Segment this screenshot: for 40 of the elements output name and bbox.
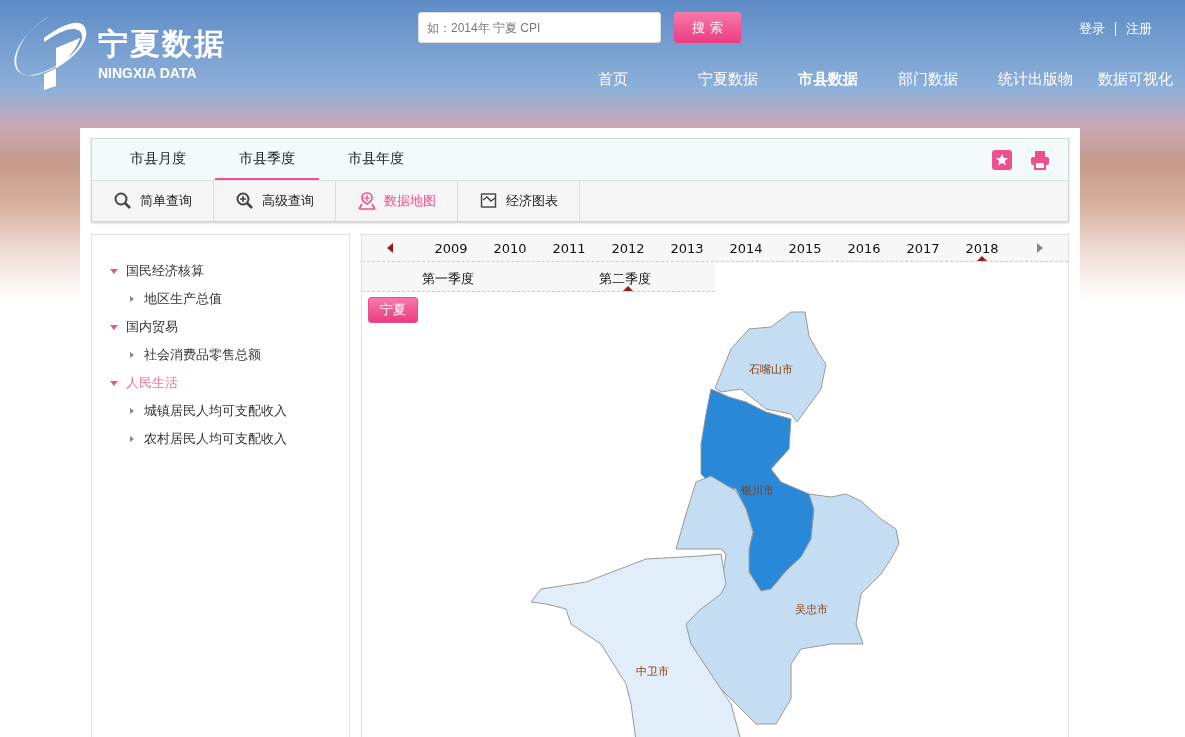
logo-title: 宁夏数据: [98, 24, 226, 63]
quarter-label[interactable]: 第一季度: [422, 270, 474, 288]
logo-subtitle: NINGXIA DATA: [98, 64, 198, 81]
tree-item[interactable]: 城镇居民人均可支配收入: [110, 397, 349, 425]
year-label[interactable]: 2017: [906, 241, 940, 256]
tree-item[interactable]: 社会消费品零售总额: [110, 341, 349, 369]
print-icon[interactable]: [1030, 149, 1050, 170]
tree-item[interactable]: 国内贸易: [110, 313, 349, 341]
map-region[interactable]: [700, 388, 815, 592]
zoom-in-icon: [235, 192, 254, 210]
tab[interactable]: 市县月度: [106, 139, 210, 180]
year-label[interactable]: 2018: [965, 241, 999, 256]
year-label[interactable]: 2009: [434, 241, 468, 256]
tool-tab[interactable]: 高级查询: [214, 181, 336, 221]
year-label[interactable]: 2013: [670, 241, 704, 256]
map-pin-icon: [357, 192, 376, 210]
map-region[interactable]: [675, 475, 900, 725]
year-label[interactable]: 2014: [729, 241, 763, 256]
search-field[interactable]: 如：2014年 宁夏 CPI: [418, 12, 661, 43]
region-label: 中卫市: [635, 665, 669, 678]
year-label[interactable]: 2016: [847, 241, 881, 256]
quarter-label[interactable]: 第二季度: [599, 270, 651, 288]
tree-item[interactable]: 农村居民人均可支配收入: [110, 425, 349, 453]
year-label[interactable]: 2012: [611, 241, 645, 256]
map-region[interactable]: [714, 311, 827, 423]
tree-item[interactable]: 国民经济核算: [110, 257, 349, 285]
tree-item[interactable]: 地区生产总值: [110, 285, 349, 313]
region-label: 吴忠市: [794, 603, 828, 616]
year-label[interactable]: 2011: [552, 241, 586, 256]
chart-icon: [479, 192, 498, 210]
region-label: 石嘴山市: [749, 363, 793, 376]
tool-tab[interactable]: 经济图表: [458, 181, 580, 221]
region-label: 银川市: [740, 484, 774, 497]
previous-arrow-icon[interactable]: [387, 243, 393, 253]
tab[interactable]: 市县年度: [324, 139, 428, 180]
tool-tab[interactable]: 简单查询: [92, 181, 214, 221]
year-label[interactable]: 2010: [493, 241, 527, 256]
next-arrow-icon[interactable]: [1037, 243, 1043, 253]
year-label[interactable]: 2015: [788, 241, 822, 256]
search-icon: [113, 192, 132, 210]
